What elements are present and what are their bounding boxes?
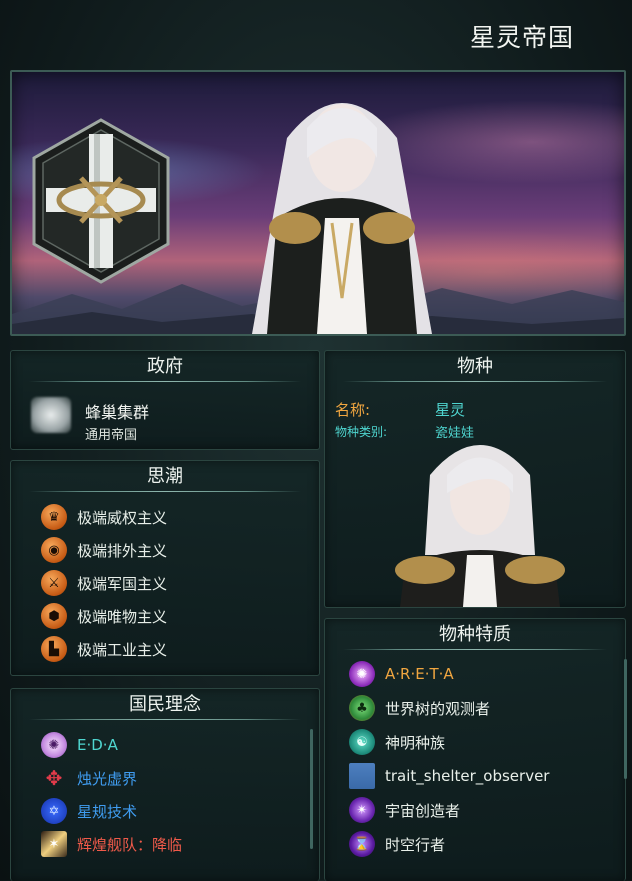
xenophobe-icon: ◉ — [41, 537, 67, 563]
species-heading: 物种 — [325, 351, 625, 383]
empire-banner — [10, 70, 626, 336]
ethic-row[interactable]: ⬢ 极端唯物主义 — [41, 602, 167, 630]
factory-icon: ▙ — [41, 636, 67, 662]
trait-row[interactable]: ✺ A·R·E·T·A — [349, 660, 454, 688]
time-walker-icon: ⌛ — [349, 831, 375, 857]
trait-row[interactable]: trait_shelter_observer — [349, 762, 549, 790]
civic-label: E·D·A — [77, 736, 118, 754]
crossed-swords-icon: ⚔ — [41, 570, 67, 596]
trait-label: 宇宙创造者 — [385, 801, 461, 820]
crown-icon: ♛ — [41, 504, 67, 530]
trait-row[interactable]: ⌛ 时空行者 — [349, 830, 445, 858]
civic-label: 烛光虚界 — [77, 769, 138, 788]
void-compass-icon: ✥ — [45, 766, 63, 790]
ethic-label: 极端唯物主义 — [77, 607, 168, 626]
species-name-value: 星灵 — [435, 401, 466, 419]
ethics-panel: 思潮 ♛ 极端威权主义 ◉ 极端排外主义 ⚔ 极端军国主义 ⬢ 极端唯物主义 ▙… — [10, 460, 320, 676]
civic-row[interactable]: ✥ 烛光虚界 — [41, 764, 137, 792]
ethic-row[interactable]: ♛ 极端威权主义 — [41, 503, 167, 531]
trait-row[interactable]: ☯ 神明种族 — [349, 728, 445, 756]
civics-scrollbar[interactable] — [310, 729, 313, 849]
empire-emblem[interactable] — [26, 116, 176, 286]
traits-scrollbar[interactable] — [624, 659, 627, 779]
eda-sigil-icon: ✺ — [41, 732, 67, 758]
atom-icon: ⬢ — [41, 603, 67, 629]
species-name-label: 名称: — [335, 401, 371, 419]
ethic-row[interactable]: ▙ 极端工业主义 — [41, 635, 167, 663]
civics-heading: 国民理念 — [11, 689, 319, 721]
species-class-label: 物种类别: — [335, 425, 388, 439]
divine-icon: ☯ — [349, 729, 375, 755]
trait-label: 神明种族 — [385, 733, 446, 752]
ethic-label: 极端威权主义 — [77, 508, 168, 527]
ethic-label: 极端排外主义 — [77, 541, 168, 560]
trait-label: 时空行者 — [385, 835, 446, 854]
civic-label: 辉煌舰队：降临 — [77, 835, 183, 854]
traits-panel: 物种特质 ✺ A·R·E·T·A ♣ 世界树的观测者 ☯ 神明种族 trait_… — [324, 618, 627, 881]
cosmos-creator-icon: ✴ — [349, 797, 375, 823]
civic-row[interactable]: ✶ 辉煌舰队：降临 — [41, 830, 182, 858]
areta-sigil-icon: ✺ — [349, 661, 375, 687]
ethic-row[interactable]: ◉ 极端排外主义 — [41, 536, 167, 564]
ethics-heading: 思潮 — [11, 461, 319, 493]
ethic-row[interactable]: ⚔ 极端军国主义 — [41, 569, 167, 597]
species-portrait — [385, 435, 575, 607]
civic-row[interactable]: ✡ 星规技术 — [41, 797, 137, 825]
civic-type: 通用帝国 — [85, 428, 138, 443]
government-heading: 政府 — [11, 351, 319, 383]
fleet-burst-icon: ✶ — [41, 831, 67, 857]
world-tree-icon: ♣ — [349, 695, 375, 721]
ethic-label: 极端军国主义 — [77, 574, 168, 593]
trait-row[interactable]: ♣ 世界树的观测者 — [349, 694, 490, 722]
empire-title: 星灵帝国 — [469, 23, 574, 52]
civics-panel: 国民理念 ✺ E·D·A ✥ 烛光虚界 ✡ 星规技术 ✶ 辉煌舰队：降临 — [10, 688, 320, 881]
ethic-label: 极端工业主义 — [77, 640, 168, 659]
ruler-portrait — [217, 78, 467, 334]
star-hexagram-icon: ✡ — [41, 798, 67, 824]
trait-label: A·R·E·T·A — [385, 665, 454, 683]
traits-heading: 物种特质 — [325, 619, 625, 651]
placeholder-trait-icon — [349, 763, 375, 789]
trait-row[interactable]: ✴ 宇宙创造者 — [349, 796, 460, 824]
authority-icon — [31, 397, 71, 433]
government-panel: 政府 蜂巢集群 通用帝国 — [10, 350, 320, 450]
trait-label: trait_shelter_observer — [385, 767, 550, 785]
civic-label: 星规技术 — [77, 802, 138, 821]
civic-row[interactable]: ✺ E·D·A — [41, 731, 118, 759]
authority-name[interactable]: 蜂巢集群 — [85, 399, 149, 423]
trait-label: 世界树的观测者 — [385, 699, 491, 718]
species-panel: 物种 名称: 星灵 物种类别: 瓷娃娃 — [324, 350, 626, 608]
